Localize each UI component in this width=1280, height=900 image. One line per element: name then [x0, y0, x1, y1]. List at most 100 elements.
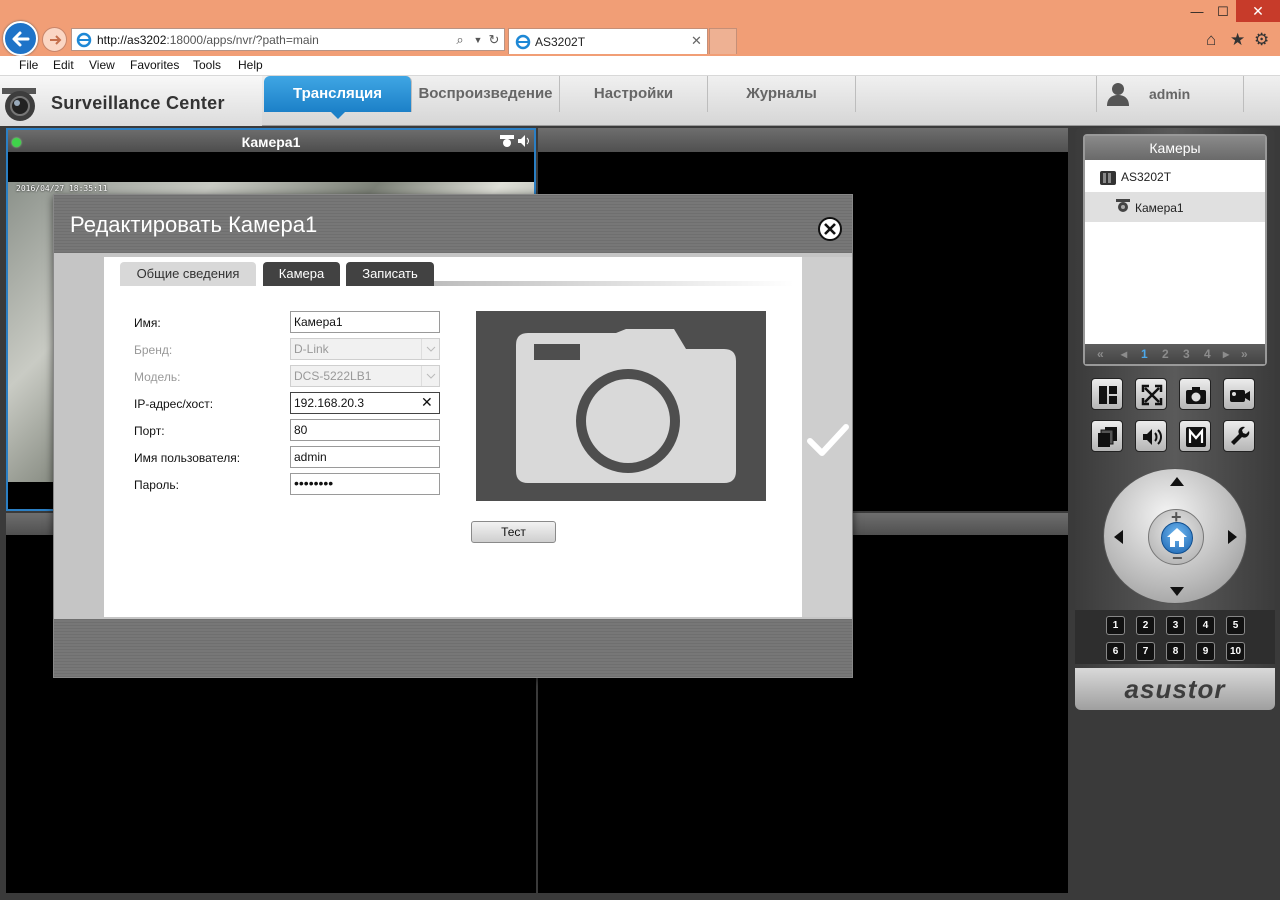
- page-3[interactable]: 3: [1183, 347, 1190, 361]
- record-button[interactable]: [1223, 378, 1255, 410]
- browser-tab[interactable]: AS3202T ✕: [508, 28, 708, 54]
- preset-2[interactable]: 2: [1136, 616, 1155, 635]
- password-field[interactable]: ••••••••: [290, 473, 440, 495]
- fullscreen-button[interactable]: [1135, 378, 1167, 410]
- video-timestamp: 2016/04/27 18:35:11: [16, 184, 108, 193]
- ip-label: IP-адрес/хост:: [134, 397, 214, 411]
- model-select[interactable]: DCS-5222LB1: [290, 365, 440, 387]
- menu-help[interactable]: Help: [238, 58, 263, 72]
- last-page-icon[interactable]: »: [1241, 347, 1248, 361]
- password-label: Пароль:: [134, 478, 179, 492]
- port-field[interactable]: 80: [290, 419, 440, 441]
- ptz-home-button[interactable]: [1161, 522, 1193, 554]
- prev-page-icon[interactable]: ◂: [1121, 347, 1127, 361]
- tree-camera-node[interactable]: Камера1: [1085, 192, 1265, 222]
- brand-value: D-Link: [294, 342, 329, 356]
- ptz-control-pad[interactable]: + −: [1103, 468, 1247, 604]
- user-name: admin: [1149, 86, 1191, 102]
- camera-name: Камера1: [1135, 201, 1184, 215]
- ip-field[interactable]: 192.168.20.3 ✕: [290, 392, 440, 414]
- forward-button[interactable]: [42, 27, 67, 52]
- brand-bar: asustor: [1075, 668, 1275, 710]
- tab-general[interactable]: Общие сведения: [120, 262, 256, 286]
- preset-9[interactable]: 9: [1196, 642, 1215, 661]
- brand-label: Бренд:: [134, 343, 173, 357]
- clear-input-icon[interactable]: ✕: [421, 394, 433, 411]
- pan-down-icon[interactable]: [1170, 587, 1184, 596]
- tools-gear-icon[interactable]: ⚙: [1254, 30, 1269, 50]
- dialog-confirm-strip[interactable]: [802, 257, 852, 617]
- sequence-icon: [1098, 427, 1117, 447]
- back-button[interactable]: [3, 21, 38, 56]
- tree-server-node[interactable]: AS3202T: [1085, 164, 1265, 190]
- menu-view[interactable]: View: [89, 58, 115, 72]
- nav-tab-live[interactable]: Трансляция: [264, 76, 412, 112]
- tab-record[interactable]: Записать: [346, 262, 434, 286]
- nav-tab-playback[interactable]: Воспроизведение: [412, 76, 560, 112]
- confirm-check-icon[interactable]: [806, 419, 850, 459]
- preset-5[interactable]: 5: [1226, 616, 1245, 635]
- ptz-camera-icon[interactable]: [500, 135, 514, 147]
- camera-cell-header: [538, 128, 1068, 152]
- pan-up-icon[interactable]: [1170, 477, 1184, 486]
- brand-select[interactable]: D-Link: [290, 338, 440, 360]
- page-1[interactable]: 1: [1141, 347, 1148, 361]
- refresh-icon[interactable]: ↻: [486, 32, 502, 48]
- layout-button[interactable]: [1091, 378, 1123, 410]
- snapshot-button[interactable]: [1179, 378, 1211, 410]
- camera-list-title: Камеры: [1085, 136, 1265, 160]
- preset-7[interactable]: 7: [1136, 642, 1155, 661]
- preset-3[interactable]: 3: [1166, 616, 1185, 635]
- menu-favorites[interactable]: Favorites: [130, 58, 179, 72]
- model-value: DCS-5222LB1: [294, 369, 372, 383]
- new-tab-button[interactable]: [709, 28, 737, 54]
- home-icon: [1167, 528, 1187, 547]
- nas-server-icon: [1100, 171, 1116, 185]
- ip-value: 192.168.20.3: [294, 396, 365, 410]
- asustor-logo: asustor: [1124, 674, 1226, 704]
- username-field[interactable]: admin: [290, 446, 440, 468]
- dome-camera-logo-icon: [2, 88, 36, 121]
- sequence-button[interactable]: [1091, 420, 1123, 452]
- first-page-icon[interactable]: «: [1097, 347, 1104, 361]
- menu-file[interactable]: File: [19, 58, 38, 72]
- manual-record-button[interactable]: [1179, 420, 1211, 452]
- pan-left-icon[interactable]: [1114, 530, 1123, 544]
- home-icon[interactable]: ⌂: [1206, 30, 1216, 50]
- menu-tools[interactable]: Tools: [193, 58, 221, 72]
- favorites-star-icon[interactable]: ★: [1230, 30, 1245, 50]
- preset-10[interactable]: 10: [1226, 642, 1245, 661]
- page-2[interactable]: 2: [1162, 347, 1169, 361]
- page-4[interactable]: 4: [1204, 347, 1211, 361]
- preset-4[interactable]: 4: [1196, 616, 1215, 635]
- next-page-icon[interactable]: ▸: [1223, 347, 1229, 361]
- user-avatar-icon: [1107, 83, 1129, 106]
- pan-right-icon[interactable]: [1228, 530, 1237, 544]
- address-bar[interactable]: http://as3202:18000/apps/nvr/?path=main …: [71, 28, 505, 51]
- dialog-title: Редактировать Камера1: [70, 212, 318, 237]
- settings-button[interactable]: [1223, 420, 1255, 452]
- ie-tab-icon: [515, 34, 531, 50]
- tab-camera[interactable]: Камера: [263, 262, 340, 286]
- app-header: Surveillance Center Трансляция Воспроизв…: [0, 76, 1280, 126]
- browser-titlebar: http://as3202:18000/apps/nvr/?path=main …: [0, 0, 1280, 56]
- close-tab-icon[interactable]: ✕: [691, 33, 702, 49]
- window-close-icon[interactable]: ✕: [1236, 0, 1280, 22]
- audio-button[interactable]: [1135, 420, 1167, 452]
- nav-tab-logs[interactable]: Журналы: [708, 76, 856, 112]
- name-field[interactable]: Камера1: [290, 311, 440, 333]
- camera-cell-title: Камера1: [241, 134, 301, 150]
- menu-edit[interactable]: Edit: [53, 58, 74, 72]
- test-button[interactable]: Тест: [471, 521, 556, 543]
- minimize-icon[interactable]: —: [1184, 3, 1210, 21]
- user-menu[interactable]: admin: [1096, 76, 1244, 112]
- nav-tab-settings[interactable]: Настройки: [560, 76, 708, 112]
- search-icon[interactable]: ⌕: [452, 32, 468, 48]
- preset-1[interactable]: 1: [1106, 616, 1125, 635]
- dialog-close-button[interactable]: [818, 217, 842, 241]
- preset-8[interactable]: 8: [1166, 642, 1185, 661]
- maximize-icon[interactable]: ☐: [1210, 3, 1236, 21]
- volume-icon[interactable]: [517, 134, 531, 148]
- dropdown-icon[interactable]: ▼: [470, 32, 486, 48]
- preset-6[interactable]: 6: [1106, 642, 1125, 661]
